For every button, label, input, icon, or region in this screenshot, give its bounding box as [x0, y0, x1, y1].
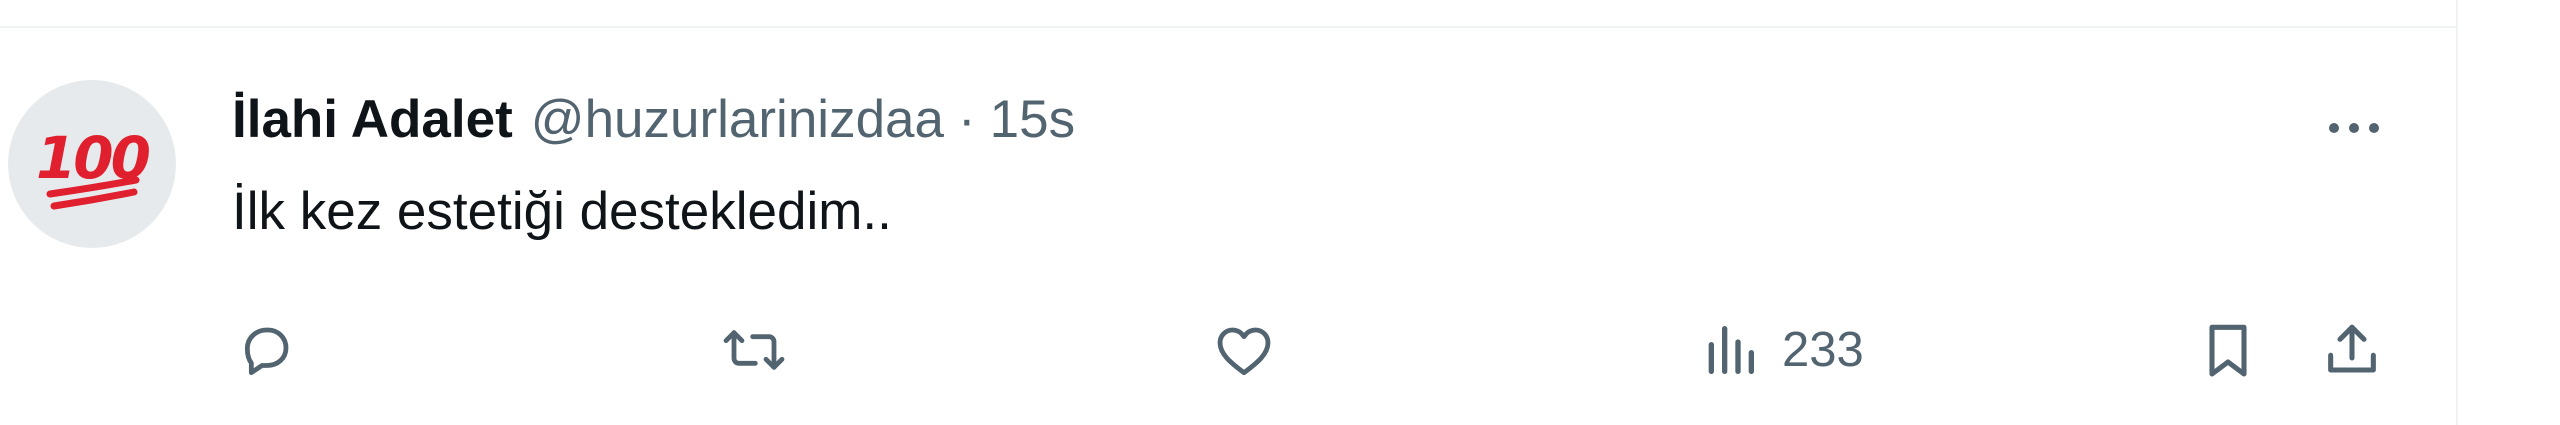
avatar[interactable]: 100	[8, 80, 176, 248]
more-options-button[interactable]	[2314, 88, 2394, 168]
retweet-icon	[720, 316, 788, 384]
bookmark-icon	[2194, 316, 2262, 384]
bookmark-button[interactable]	[2194, 310, 2262, 390]
views-button[interactable]: 233	[1696, 310, 1864, 390]
tweet-text: İlk kez estetiği destekledim..	[232, 182, 892, 241]
more-horizontal-icon	[2329, 123, 2379, 133]
reply-icon	[232, 316, 300, 384]
views-count: 233	[1782, 323, 1864, 377]
share-button[interactable]	[2318, 310, 2386, 390]
hundred-points-emoji-icon: 100	[36, 124, 153, 210]
separator-dot: ·	[958, 90, 976, 149]
retweet-button[interactable]	[720, 310, 788, 390]
previous-tweet-divider	[0, 26, 2456, 28]
reply-button[interactable]	[232, 310, 300, 390]
timeline-column: 100 İlahi Adalet @huzurlarinizdaa · 15s …	[0, 0, 2458, 425]
display-name[interactable]: İlahi Adalet	[232, 88, 513, 152]
views-chart-icon	[1696, 316, 1764, 384]
tweet-timestamp[interactable]: 15s	[990, 88, 1075, 152]
heart-icon	[1210, 316, 1278, 384]
share-icon	[2318, 316, 2386, 384]
user-handle[interactable]: @huzurlarinizdaa	[531, 88, 944, 152]
like-button[interactable]	[1210, 310, 1278, 390]
tweet-header: İlahi Adalet @huzurlarinizdaa · 15s	[232, 88, 1075, 152]
